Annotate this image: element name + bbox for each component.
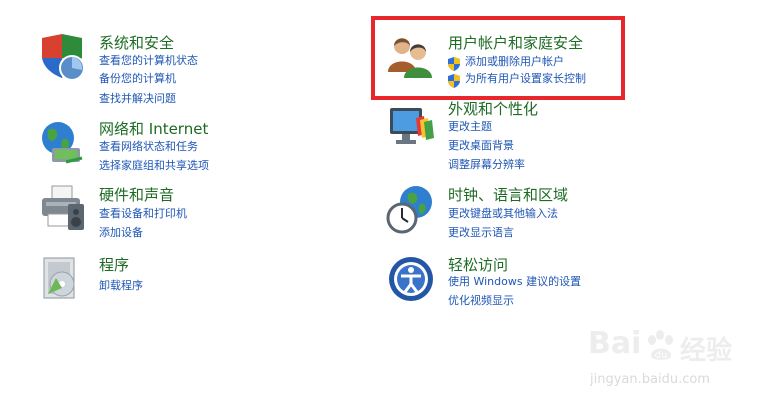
monitor-palette-icon[interactable]: [386, 102, 436, 152]
category-programs: 程序 卸载程序: [38, 254, 298, 304]
paw-icon: du: [646, 330, 676, 366]
watermark-brand-left: Bai: [588, 326, 642, 361]
link-optimize-video-display[interactable]: 优化视频显示: [448, 294, 514, 308]
svg-text:du: du: [655, 350, 668, 361]
clock-globe-icon[interactable]: [386, 184, 436, 234]
highlight-box: [371, 16, 625, 100]
category-network-internet: 网络和 Internet 查看网络状态和任务 选择家庭组和共享选项: [38, 118, 298, 178]
link-change-theme[interactable]: 更改主题: [448, 120, 492, 134]
network-globe-icon[interactable]: [38, 118, 88, 168]
link-change-desktop-background[interactable]: 更改桌面背景: [448, 139, 514, 153]
link-add-device[interactable]: 添加设备: [99, 226, 143, 240]
category-clock-language-region: 时钟、语言和区域 更改键盘或其他输入法 更改显示语言: [386, 184, 616, 244]
link-change-display-language[interactable]: 更改显示语言: [448, 226, 514, 240]
category-title[interactable]: 时钟、语言和区域: [448, 186, 568, 204]
category-title[interactable]: 硬件和声音: [99, 186, 174, 204]
link-homegroup-sharing[interactable]: 选择家庭组和共享选项: [99, 159, 209, 173]
link-windows-recommended-settings[interactable]: 使用 Windows 建议的设置: [448, 275, 581, 289]
link-backup-computer[interactable]: 备份您的计算机: [99, 72, 176, 86]
programs-icon[interactable]: [38, 254, 88, 304]
watermark-url: jingyan.baidu.com: [590, 372, 710, 387]
link-uninstall-program[interactable]: 卸载程序: [99, 279, 143, 293]
category-title[interactable]: 系统和安全: [99, 34, 174, 52]
watermark-brand-right: 经验: [680, 336, 733, 366]
category-title[interactable]: 程序: [99, 256, 129, 274]
printer-icon[interactable]: [38, 184, 88, 234]
category-title[interactable]: 轻松访问: [448, 256, 508, 274]
category-hardware-sound: 硬件和声音 查看设备和打印机 添加设备: [38, 184, 298, 244]
category-title[interactable]: 网络和 Internet: [99, 120, 208, 138]
baidu-watermark: Bai du 经验 jingyan.baidu.com: [588, 320, 758, 395]
security-shield-icon[interactable]: [38, 32, 88, 82]
link-view-network-status[interactable]: 查看网络状态和任务: [99, 140, 198, 154]
category-title[interactable]: 外观和个性化: [448, 100, 538, 118]
ease-of-access-icon[interactable]: [386, 254, 436, 304]
link-adjust-resolution[interactable]: 调整屏幕分辨率: [448, 158, 525, 172]
category-ease-of-access: 轻松访问 使用 Windows 建议的设置 优化视频显示: [386, 254, 616, 314]
link-devices-printers[interactable]: 查看设备和打印机: [99, 207, 187, 221]
category-system-security: 系统和安全 查看您的计算机状态 备份您的计算机 查找并解决问题: [38, 32, 298, 112]
category-appearance: 外观和个性化 更改主题 更改桌面背景 调整屏幕分辨率: [386, 98, 616, 178]
link-troubleshoot[interactable]: 查找并解决问题: [99, 92, 176, 106]
link-change-keyboard[interactable]: 更改键盘或其他输入法: [448, 207, 558, 221]
link-view-computer-status[interactable]: 查看您的计算机状态: [99, 54, 198, 68]
